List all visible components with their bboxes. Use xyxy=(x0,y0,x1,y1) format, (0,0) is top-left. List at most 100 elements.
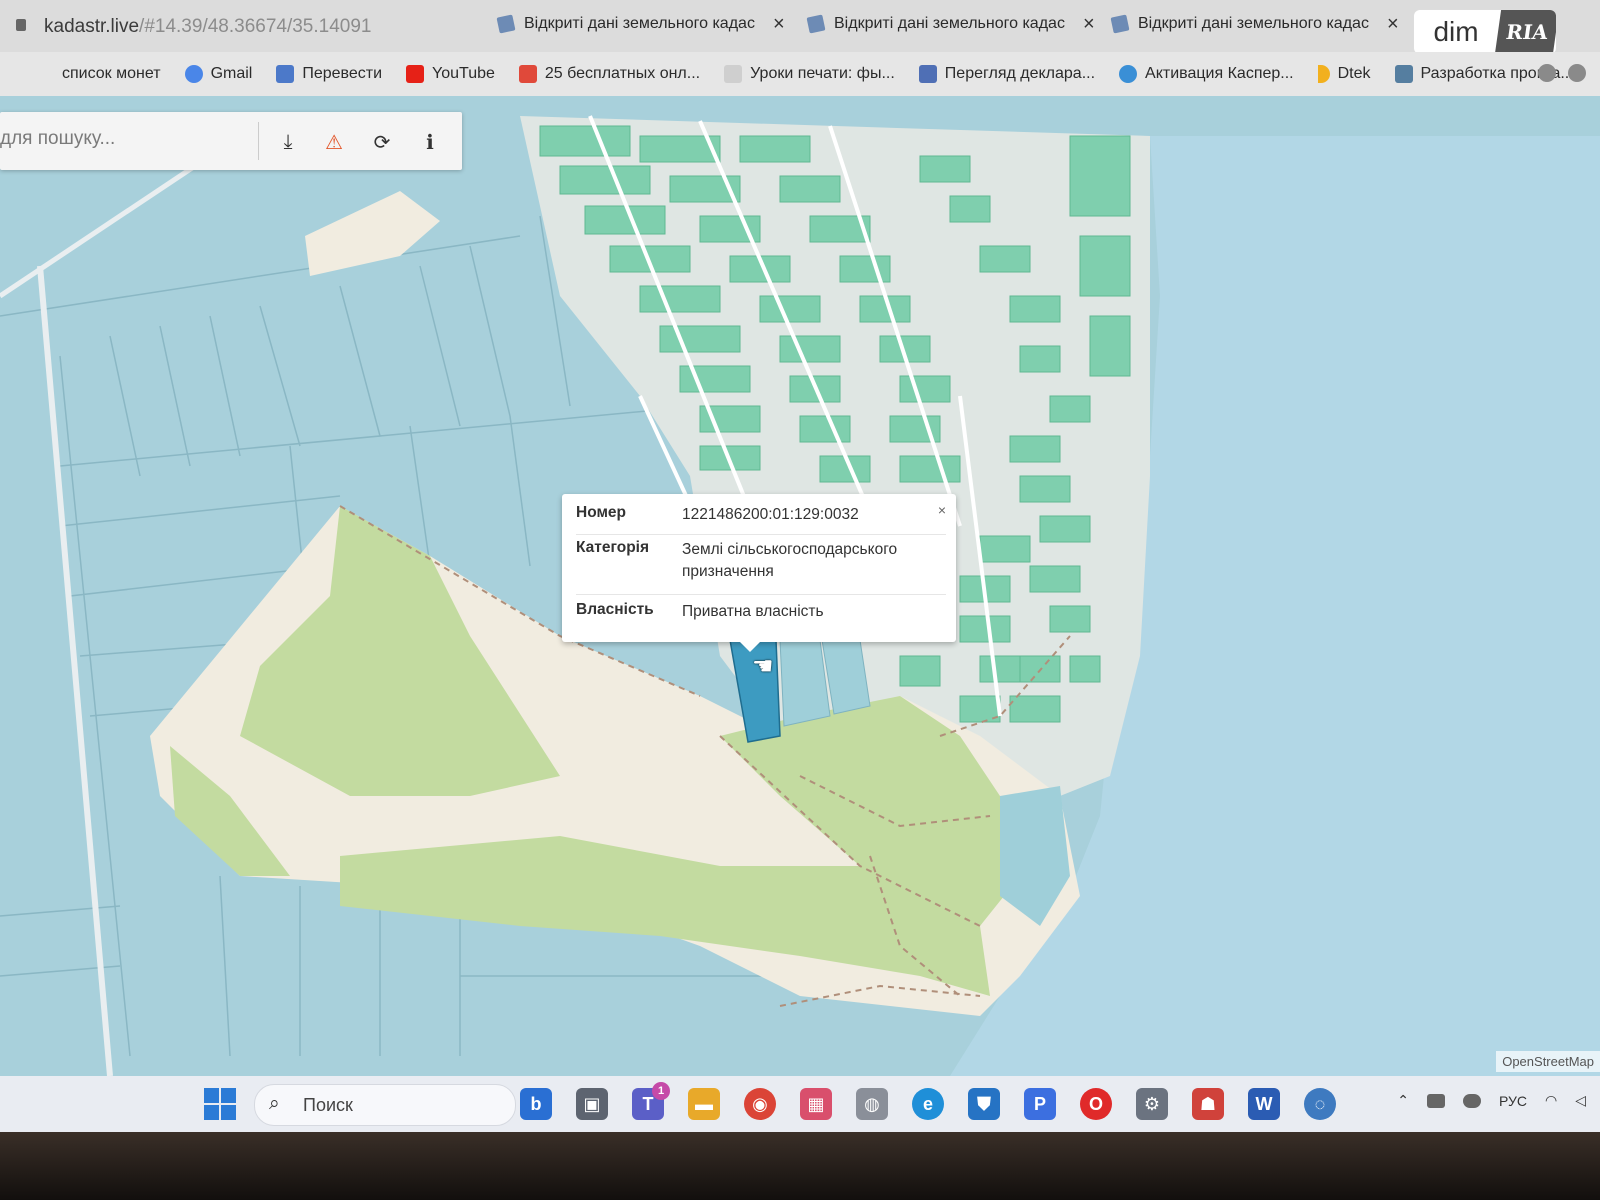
popup-row-ownership: Власність Приватна власність xyxy=(576,594,946,631)
bookmark-label: Перегляд деклара... xyxy=(944,65,1096,82)
cloud-icon xyxy=(1394,65,1413,83)
popup-key: Категорія xyxy=(576,539,650,556)
taskbar-search-label: Поиск xyxy=(303,1095,353,1115)
bookmark-label: 25 бесплатных онл... xyxy=(544,65,701,82)
warning-icon[interactable]: ⚠ xyxy=(318,126,350,158)
bookmarks-folder-icon[interactable] xyxy=(1568,64,1586,82)
bookmark-dtek[interactable]: Dtek xyxy=(1317,65,1371,83)
watermark-ria: RIA xyxy=(1494,10,1556,54)
bookmark-typing-lessons[interactable]: Уроки печати: фы... xyxy=(724,65,895,83)
info-icon[interactable]: ℹ xyxy=(414,126,446,158)
tab-title: Відкриті дані земельного кадас xyxy=(524,15,755,32)
teams-icon[interactable]: T1 xyxy=(632,1082,670,1120)
task-view-icon[interactable]: ▣ xyxy=(576,1088,608,1120)
page-icon xyxy=(724,65,743,83)
extension-icon[interactable] xyxy=(1538,64,1556,82)
gmail-icon xyxy=(184,65,203,83)
bookmark-label: Активация Каспер... xyxy=(1145,65,1294,82)
courses-icon xyxy=(518,65,537,83)
store-icon[interactable]: ▦ xyxy=(800,1088,832,1120)
system-tray: ⌃ РУС ◠ ◁ xyxy=(1397,1092,1600,1109)
defender-icon[interactable]: ⛊ xyxy=(968,1088,1000,1120)
lock-icon xyxy=(16,19,26,31)
sand-patch xyxy=(305,191,440,276)
notification-badge: 1 xyxy=(652,1082,670,1100)
settings-icon[interactable]: ⚙ xyxy=(1136,1088,1168,1120)
youtube-icon xyxy=(406,65,425,83)
edge-icon[interactable]: e xyxy=(912,1088,944,1120)
bookmark-online-courses[interactable]: 25 бесплатных онл... xyxy=(518,65,701,83)
tab-title: Відкриті дані земельного кадас xyxy=(1138,15,1369,32)
browser-tab-1[interactable]: Відкриті дані земельного кадас × xyxy=(496,2,785,46)
road-west xyxy=(37,265,113,1076)
ownership-type: Приватна власність xyxy=(682,603,824,620)
popup-row-category: Категорія Землі сільськогосподарського п… xyxy=(576,534,946,591)
windows-start-icon[interactable] xyxy=(204,1088,236,1120)
cadastral-number: 1221486200:01:129:0032 xyxy=(682,506,859,523)
dtek-icon xyxy=(1317,65,1330,83)
word-icon[interactable]: W xyxy=(1248,1088,1280,1120)
language-indicator[interactable]: РУС xyxy=(1499,1093,1527,1109)
monitor-bezel xyxy=(0,1132,1600,1200)
onedrive-icon[interactable] xyxy=(1462,1093,1481,1108)
tray-chevron-icon[interactable]: ⌃ xyxy=(1397,1092,1409,1109)
popup-row-number: Номер 1221486200:01:129:0032 xyxy=(576,504,946,532)
map-attribution[interactable]: OpenStreetMap xyxy=(1496,1051,1600,1072)
volume-icon[interactable]: ◁ xyxy=(1575,1092,1586,1109)
bookmark-youtube[interactable]: YouTube xyxy=(406,65,495,83)
url-fragment: /#14.39/48.36674/35.14091 xyxy=(139,16,372,37)
browser-tab-2[interactable]: Відкриті дані земельного кадас × xyxy=(806,2,1095,46)
address-bar[interactable]: kadastr.live/#14.39/48.36674/35.14091 xyxy=(44,16,372,38)
hand-cursor-icon: ☚ xyxy=(752,653,774,680)
road-northwest xyxy=(0,153,212,299)
bookmark-kaspersky[interactable]: Активация Каспер... xyxy=(1119,65,1294,83)
url-host: kadastr.live xyxy=(44,16,140,37)
bookmark-translate[interactable]: Перевести xyxy=(276,65,382,83)
bookmark-label: YouTube xyxy=(432,65,495,82)
toolbar-divider xyxy=(258,122,259,160)
land-map-icon xyxy=(496,14,516,34)
search-icon: ⌕ xyxy=(269,1093,280,1114)
refresh-icon[interactable]: ⟳ xyxy=(366,126,398,158)
map-search-toolbar: для пошуку... ⤓ ⚠ ⟳ ℹ xyxy=(0,112,462,170)
kaspersky-icon xyxy=(1119,65,1138,83)
tab-close-icon[interactable]: × xyxy=(1387,13,1399,36)
bookmark-label: список монет xyxy=(62,65,161,82)
game-icon[interactable]: ☗ xyxy=(1192,1088,1224,1120)
bookmark-extras xyxy=(1538,64,1586,82)
bookmark-label: Dtek xyxy=(1337,65,1371,82)
bookmark-label: Gmail xyxy=(210,65,253,82)
watermark-dim: dim xyxy=(1433,16,1479,47)
bookmarks-bar: список монет Gmail Перевести YouTube 25 … xyxy=(0,52,1600,96)
bookmark-label: Уроки печати: фы... xyxy=(750,65,895,82)
translate-icon xyxy=(276,65,295,83)
opera-icon[interactable]: O xyxy=(1080,1088,1112,1120)
bookmark-coins-list[interactable]: список монет xyxy=(62,65,161,83)
popup-key: Власність xyxy=(576,601,654,618)
mouse-icon[interactable]: ◍ xyxy=(856,1088,888,1120)
teams-glyph: T xyxy=(642,1093,654,1114)
taskbar-search[interactable]: ⌕ Поиск xyxy=(254,1084,516,1126)
chrome-icon[interactable]: ◉ xyxy=(744,1088,776,1120)
explorer-icon[interactable]: ▬ xyxy=(688,1088,720,1120)
browser-tab-3[interactable]: Відкриті дані земельного кадас × xyxy=(1110,2,1399,46)
land-map-icon xyxy=(806,14,826,34)
land-map-icon xyxy=(1110,14,1130,34)
parcel-info-popup: × Номер 1221486200:01:129:0032 Категорія… xyxy=(562,494,956,652)
browser-tab-bar: kadastr.live/#14.39/48.36674/35.14091 Ві… xyxy=(0,0,1600,54)
bing-icon[interactable]: b xyxy=(520,1088,552,1120)
tab-close-icon[interactable]: × xyxy=(773,13,785,36)
p-app-icon[interactable]: P xyxy=(1024,1088,1056,1120)
wifi-icon[interactable]: ◠ xyxy=(1545,1092,1557,1109)
bookmark-label: Перевести xyxy=(302,65,383,82)
tab-close-icon[interactable]: × xyxy=(1083,13,1095,36)
tray-app-icon[interactable] xyxy=(1426,1093,1445,1108)
windows-taskbar: ⌕ Поиск b ▣ T1 ▬ ◉ ▦ ◍ e ⛊ P O ⚙ ☗ W ◌ ⌃… xyxy=(0,1076,1600,1132)
map-search-input[interactable]: для пошуку... xyxy=(0,128,115,150)
bookmark-declarations[interactable]: Перегляд деклара... xyxy=(918,65,1096,83)
land-category: Землі сільськогосподарського призначення xyxy=(682,541,898,580)
download-icon[interactable]: ⤓ xyxy=(272,126,304,158)
cortana-icon[interactable]: ◌ xyxy=(1304,1088,1336,1120)
bookmark-gmail[interactable]: Gmail xyxy=(184,65,253,83)
dimria-watermark: dim RIA xyxy=(1414,10,1556,54)
